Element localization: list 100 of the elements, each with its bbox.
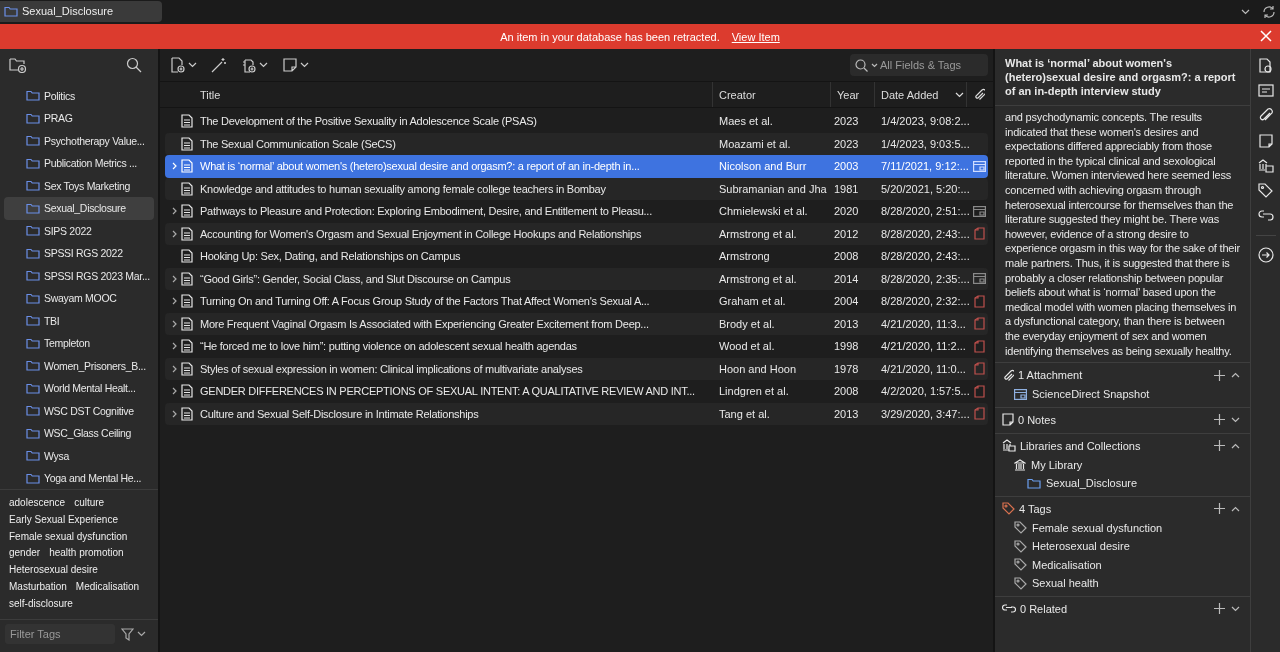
table-row[interactable]: The Sexual Communication Scale (SeCS) Moazami et al. 2023 1/4/2023, 9:03:5... (165, 132, 988, 155)
new-note-icon[interactable] (282, 57, 298, 73)
collection-item[interactable]: Swayam MOOC (4, 287, 154, 310)
section-heading[interactable]: 0 Related (1020, 602, 1210, 615)
tag-label[interactable]: gender (9, 545, 41, 563)
chain-link-icon[interactable] (1257, 208, 1274, 224)
view-item-link[interactable]: View Item (731, 30, 780, 43)
table-row[interactable]: What is ‘normal’ about women's (hetero)sexual desire and orgasm?: a report of an in-depth in... Nicolson and Burr 2003 7/11/2021, 9:12:... (165, 155, 988, 178)
tag-icon[interactable] (1257, 183, 1274, 199)
expand-chevron-icon[interactable] (171, 409, 177, 418)
collection-item[interactable]: SIPS 2022 (4, 219, 154, 242)
collection-item[interactable]: TBI (4, 309, 154, 332)
expand-chevron-icon[interactable] (171, 387, 177, 396)
collection-item[interactable]: PRAG (4, 107, 154, 130)
tag-label[interactable]: Early Sexual Experience (9, 511, 118, 529)
collection-item[interactable]: Wysa (4, 444, 154, 467)
collapse-chevron-icon[interactable] (1231, 505, 1240, 512)
expand-chevron-icon[interactable] (171, 297, 177, 306)
table-row[interactable]: The Development of the Positive Sexuality in Adolescence Scale (PSAS) Maes et al. 2023 1/4/2023, 9:08:2... (165, 110, 988, 133)
tag-label[interactable]: self-disclosure (9, 595, 73, 613)
add-attachment-icon[interactable] (241, 57, 257, 73)
tag-label[interactable]: culture (74, 495, 105, 512)
tag-label[interactable]: Medicalisation (1032, 558, 1102, 571)
expand-chevron-icon[interactable] (1231, 605, 1240, 612)
collection-item[interactable]: Yoga and Mental He... (4, 467, 154, 490)
tag-label[interactable]: Female sexual dysfunction (9, 528, 128, 546)
column-header[interactable]: Year (837, 88, 860, 101)
table-row[interactable]: Culture and Sexual Self-Disclosure in Intimate Relationships Tang et al. 2013 3/29/2020, 3:47:... (165, 402, 988, 425)
table-row[interactable]: “Good Girls”: Gender, Social Class, and Slut Discourse on Campus Armstrong et al. 2014 8/28/2020, 2:35:... (165, 267, 988, 290)
plus-icon[interactable] (1214, 440, 1225, 452)
collection-item[interactable]: Politics (4, 84, 154, 107)
table-row[interactable]: Turning On and Turning Off: A Focus Group Study of the Factors That Affect Women's Sexual A... Graham et al. 2004 8/28/2020, 2:32:... (165, 290, 988, 313)
collection-item[interactable]: Publication Metrics ... (4, 152, 154, 175)
collection-item[interactable]: WSC DST Cognitive (4, 399, 154, 422)
tag-label[interactable]: health promotion (49, 545, 124, 563)
collection-item[interactable]: SPSSI RGS 2022 (4, 242, 154, 265)
table-row[interactable]: GENDER DIFFERENCES IN PERCEPTIONS OF SEXUAL INTENT: A QUALITATIVE REVIEW AND INT... Lindgren et al. 2008 4/2/2020, 1:57:5... (165, 380, 988, 403)
expand-chevron-icon[interactable] (1231, 416, 1240, 423)
table-row[interactable]: Knowledge and attitudes to human sexuality among female college teachers in Bombay Subramanian and Jha 1981 5/20/2021, 5:20:... (165, 177, 988, 200)
tag-label[interactable]: Female sexual dysfunction (1032, 521, 1163, 534)
locate-icon[interactable] (1257, 247, 1274, 263)
new-item-icon[interactable] (170, 57, 186, 73)
collection-item[interactable]: Templeton (4, 332, 154, 355)
section-heading[interactable]: 4 Tags (1019, 502, 1210, 515)
column-header[interactable]: Creator (719, 88, 756, 101)
expand-chevron-icon[interactable] (171, 364, 177, 373)
table-row[interactable]: Hooking Up: Sex, Dating, and Relationships on Campus Armstrong 2008 8/28/2020, 2:43:... (165, 245, 988, 268)
collapse-chevron-icon[interactable] (1231, 372, 1240, 379)
filter-tags-field[interactable]: Filter Tags (5, 624, 115, 644)
sync-icon[interactable] (1262, 5, 1276, 19)
collection-label[interactable]: Sexual_Disclosure (1046, 477, 1138, 490)
expand-chevron-icon[interactable] (171, 207, 177, 216)
chevron-down-icon[interactable] (1241, 9, 1250, 15)
expand-chevron-icon[interactable] (171, 319, 177, 328)
collection-item[interactable]: Sex Toys Marketing (4, 174, 154, 197)
collection-item[interactable]: World Mental Healt... (4, 377, 154, 400)
table-row[interactable]: More Frequent Vaginal Orgasm Is Associated with Experiencing Greater Excitement from Deep... Brody et al. 2013 4/21/2020, 11:3... (165, 312, 988, 335)
close-icon[interactable] (1260, 30, 1272, 42)
expand-chevron-icon[interactable] (171, 229, 177, 238)
sort-descending-icon[interactable] (954, 91, 964, 98)
column-header[interactable]: Date Added (881, 88, 939, 101)
expand-chevron-icon[interactable] (171, 274, 177, 283)
section-heading[interactable]: Libraries and Collections (1020, 439, 1210, 452)
collection-item[interactable]: WSC_Glass Ceiling (4, 422, 154, 445)
tag-label[interactable]: Heterosexual desire (1032, 540, 1130, 553)
note-icon[interactable] (1257, 133, 1274, 149)
magic-wand-icon[interactable] (211, 57, 227, 73)
paperclip-icon[interactable] (973, 88, 985, 101)
section-heading[interactable]: 0 Notes (1018, 413, 1210, 426)
collection-item[interactable]: Psychotherapy Value... (4, 129, 154, 152)
plus-icon[interactable] (1214, 369, 1225, 381)
plus-icon[interactable] (1214, 603, 1225, 615)
search-field[interactable]: All Fields & Tags (850, 54, 988, 76)
column-header[interactable]: Title (200, 88, 221, 101)
search-icon[interactable] (126, 57, 142, 73)
table-row[interactable]: Pathways to Pleasure and Protection: Exploring Embodiment, Desire, and Entitlement to Pleasu... Chmielewski et al. 2020 8/28/2020, 2:51:... (165, 200, 988, 223)
library-collection-icon[interactable] (1257, 158, 1274, 174)
plus-icon[interactable] (1214, 503, 1225, 515)
document-icon (181, 136, 193, 151)
section-heading[interactable]: 1 Attachment (1018, 369, 1210, 382)
tag-label[interactable]: Sexual health (1032, 577, 1099, 590)
filter-icon[interactable] (121, 627, 134, 641)
collection-tab[interactable]: Sexual_Disclosure (0, 0, 162, 22)
expand-chevron-icon[interactable] (171, 342, 177, 351)
tag-label[interactable]: Masturbation (9, 579, 67, 596)
collection-item[interactable]: Women_Prisoners_B... (4, 354, 154, 377)
abstract-icon[interactable] (1257, 83, 1274, 99)
plus-icon[interactable] (1214, 414, 1225, 426)
table-row[interactable]: Accounting for Women's Orgasm and Sexual Enjoyment in College Hookups and Relationships Armstrong et al. 2012 8/28/2020, 2:43:... (165, 222, 988, 245)
attachment-title[interactable]: ScienceDirect Snapshot (1032, 388, 1150, 401)
tag-label[interactable]: adolescence (9, 495, 66, 512)
table-row[interactable]: Styles of sexual expression in women: Clinical implications of multivariate analyses Hoon and Hoon 1978 4/21/2020, 11:0... (165, 357, 988, 380)
collection-label[interactable]: My Library (1031, 458, 1083, 471)
tag-label[interactable]: Heterosexual desire (9, 562, 98, 579)
collapse-chevron-icon[interactable] (1231, 442, 1240, 449)
new-collection-icon[interactable] (9, 57, 27, 73)
table-row[interactable]: “He forced me to love him”: putting violence on adolescent sexual health agendas Wood et al. 1998 4/21/2020, 11:2... (165, 335, 988, 358)
collection-item[interactable]: Sexual_Disclosure (4, 197, 154, 220)
collection-item[interactable]: SPSSI RGS 2023 Mar... (4, 264, 154, 287)
tag-label[interactable]: Medicalisation (75, 579, 140, 596)
